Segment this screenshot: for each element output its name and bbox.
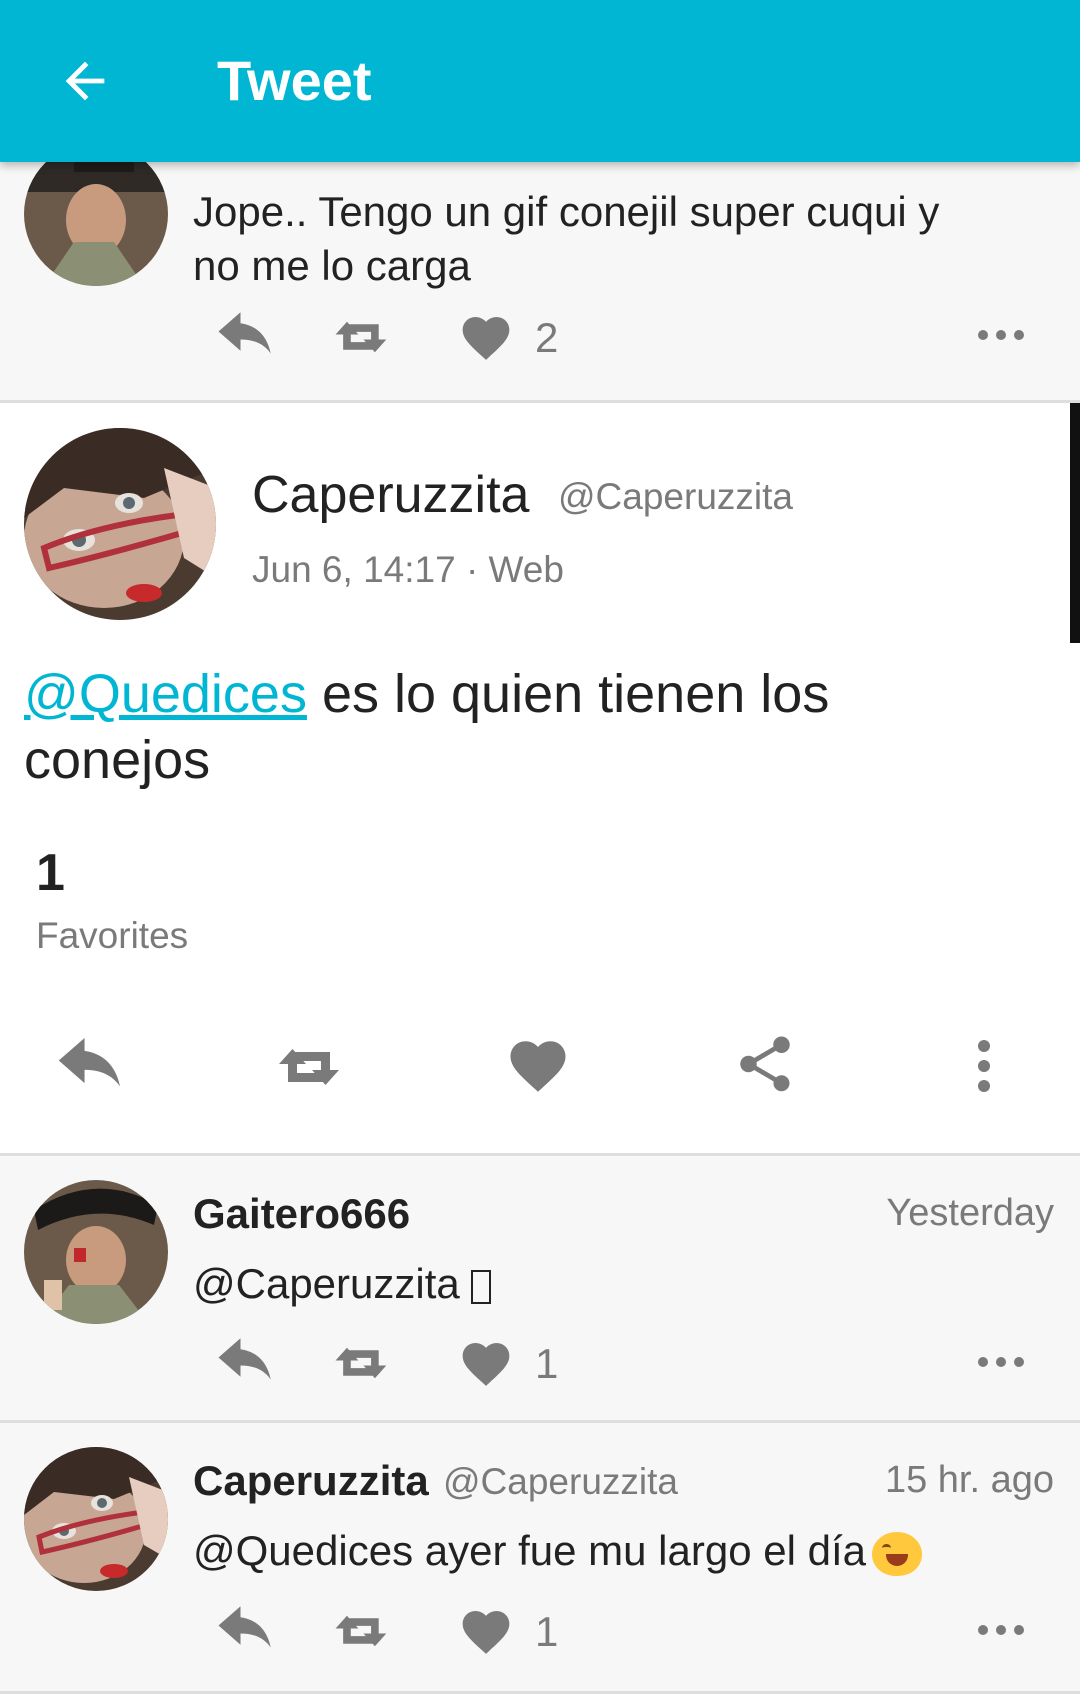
page-title: Tweet bbox=[217, 49, 372, 112]
reply-tweet[interactable]: Caperuzzita @Caperuzzita 15 hr. ago @Que… bbox=[0, 1423, 1080, 1691]
favorites-label[interactable]: Favorites bbox=[36, 915, 188, 957]
reply-tweet[interactable]: Gaitero666 Yesterday @Caperuzzita 1 bbox=[0, 1156, 1080, 1420]
more-options-icon[interactable] bbox=[976, 1352, 1026, 1372]
author-name[interactable]: Caperuzzita bbox=[252, 465, 529, 525]
arrow-left-icon[interactable] bbox=[56, 52, 114, 110]
heart-icon[interactable] bbox=[458, 1336, 514, 1392]
tweet-text-body: @Caperuzzita bbox=[193, 1260, 472, 1307]
more-options-icon[interactable] bbox=[976, 1620, 1026, 1640]
retweet-icon[interactable] bbox=[333, 1338, 399, 1388]
heart-icon[interactable] bbox=[505, 1033, 571, 1099]
app-bar: Tweet bbox=[0, 0, 1080, 162]
heart-icon[interactable] bbox=[458, 1604, 514, 1660]
missing-glyph-icon bbox=[471, 1269, 492, 1304]
reply-icon[interactable] bbox=[52, 1038, 130, 1096]
author-name[interactable]: Gaitero666 bbox=[193, 1190, 410, 1238]
tweet-text: @Quedices es lo quien tienen los bbox=[24, 663, 829, 725]
author-handle[interactable]: @Caperuzzita bbox=[443, 1461, 678, 1503]
retweet-icon[interactable] bbox=[276, 1038, 354, 1096]
tweet-text-rest: es lo quien tienen los bbox=[306, 664, 830, 724]
timestamp: Yesterday bbox=[886, 1192, 1054, 1234]
tweet-text-line: Jope.. Tengo un gif conejil super cuqui … bbox=[193, 188, 940, 235]
laughing-emoji-icon bbox=[871, 1531, 922, 1576]
scroll-indicator bbox=[1070, 403, 1080, 643]
tweet-text-line: no me lo carga bbox=[193, 242, 471, 289]
mention-link[interactable]: @Quedices bbox=[24, 664, 307, 724]
more-options-icon[interactable] bbox=[976, 325, 1026, 345]
divider bbox=[0, 1691, 1080, 1694]
tweet-text-line: conejos bbox=[24, 730, 211, 790]
favorites-count[interactable]: 1 bbox=[36, 843, 65, 903]
favorite-count: 1 bbox=[535, 1608, 559, 1655]
tweet-text: @Caperuzzita bbox=[193, 1260, 492, 1308]
author-name[interactable]: Caperuzzita bbox=[193, 1457, 429, 1505]
retweet-icon[interactable] bbox=[333, 312, 399, 362]
avatar[interactable] bbox=[24, 428, 216, 620]
tweet-text: @Quedices ayer fue mu largo el día bbox=[193, 1527, 922, 1576]
tweet-text-body: @Quedices ayer fue mu largo el día bbox=[193, 1527, 866, 1574]
avatar[interactable] bbox=[24, 1447, 168, 1591]
reply-icon[interactable] bbox=[213, 1338, 279, 1388]
reply-icon[interactable] bbox=[213, 1606, 279, 1656]
main-tweet: Caperuzzita @Caperuzzita Jun 6, 14:17 · … bbox=[0, 403, 1080, 1153]
avatar[interactable] bbox=[24, 1180, 168, 1324]
tweet-meta: Jun 6, 14:17 · Web bbox=[252, 549, 564, 590]
reply-icon[interactable] bbox=[213, 312, 279, 362]
share-icon[interactable] bbox=[732, 1031, 798, 1097]
retweet-icon[interactable] bbox=[333, 1606, 399, 1656]
avatar[interactable] bbox=[24, 142, 168, 286]
favorite-count: 2 bbox=[535, 314, 559, 361]
previous-tweet[interactable]: Jope.. Tengo un gif conejil super cuqui … bbox=[0, 142, 1080, 400]
timestamp: 15 hr. ago bbox=[884, 1459, 1054, 1501]
author-handle[interactable]: @Caperuzzita bbox=[558, 476, 793, 518]
heart-icon[interactable] bbox=[458, 310, 514, 366]
favorite-count: 1 bbox=[535, 1340, 559, 1387]
overflow-menu-icon[interactable] bbox=[972, 1038, 996, 1094]
